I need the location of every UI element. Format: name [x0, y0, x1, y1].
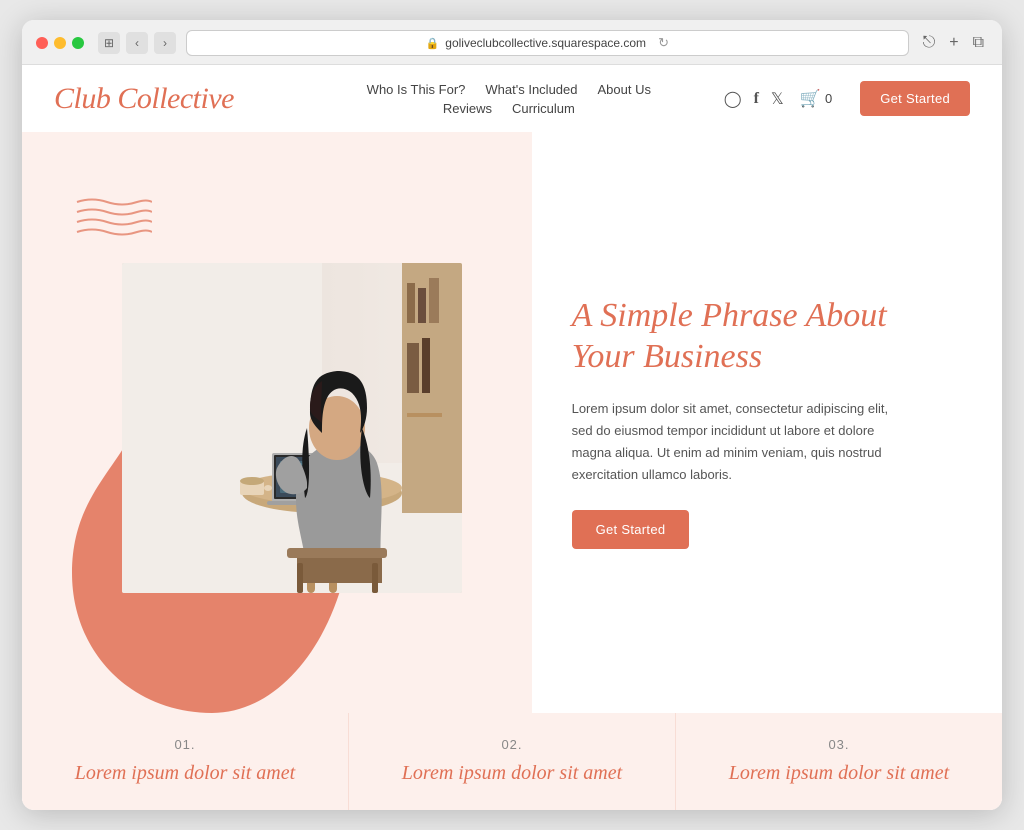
nav-curriculum-link[interactable]: Curriculum — [512, 101, 575, 116]
hero-photo — [122, 263, 462, 593]
photo-image — [122, 263, 462, 593]
nav-cta-button[interactable]: Get Started — [860, 81, 970, 116]
cart-button[interactable]: 🛒 0 — [800, 89, 832, 109]
nav-whats-link[interactable]: What's Included — [485, 82, 577, 97]
nav-row-2: Reviews Curriculum — [443, 101, 575, 116]
features-section: 01. Lorem ipsum dolor sit amet 02. Lorem… — [22, 713, 1002, 810]
share-button[interactable]: ⎋ — [919, 32, 940, 54]
feature-item-3: 03. Lorem ipsum dolor sit amet — [676, 713, 1002, 810]
facebook-icon[interactable]: f — [754, 90, 759, 108]
forward-button[interactable]: › — [154, 32, 176, 54]
lock-icon: 🔒 — [426, 37, 440, 50]
nav-social: ◯ f 𝕏 🛒 0 Get Started — [724, 81, 970, 116]
browser-controls: ⊞ ‹ › — [98, 32, 176, 54]
hero-content: A Simple Phrase About Your Business Lore… — [572, 296, 912, 549]
url-text: goliveclubcollective.squarespace.com — [445, 36, 646, 50]
browser-window: ⊞ ‹ › 🔒 goliveclubcollective.squarespace… — [22, 20, 1002, 810]
browser-chrome: ⊞ ‹ › 🔒 goliveclubcollective.squarespace… — [22, 20, 1002, 65]
new-tab-button[interactable]: + — [945, 32, 962, 54]
site-logo[interactable]: Club Collective — [54, 82, 234, 116]
feature-item-1: 01. Lorem ipsum dolor sit amet — [22, 713, 349, 810]
hero-body-text: Lorem ipsum dolor sit amet, consectetur … — [572, 398, 912, 486]
feature-number-2: 02. — [379, 737, 645, 752]
nav-links: Who Is This For? What's Included About U… — [294, 82, 724, 116]
hero-section: A Simple Phrase About Your Business Lore… — [22, 132, 1002, 713]
navigation: Club Collective Who Is This For? What's … — [22, 65, 1002, 132]
nav-row-1: Who Is This For? What's Included About U… — [367, 82, 651, 97]
address-bar[interactable]: 🔒 goliveclubcollective.squarespace.com ↻ — [186, 30, 909, 56]
cart-count: 0 — [825, 91, 832, 106]
back-button[interactable]: ‹ — [126, 32, 148, 54]
instagram-icon[interactable]: ◯ — [724, 89, 742, 109]
nav-about-link[interactable]: About Us — [598, 82, 651, 97]
feature-title-2: Lorem ipsum dolor sit amet — [379, 760, 645, 786]
nav-reviews-link[interactable]: Reviews — [443, 101, 492, 116]
hero-title: A Simple Phrase About Your Business — [572, 296, 912, 378]
tabs-button[interactable]: ⧉ — [969, 32, 988, 54]
nav-who-link[interactable]: Who Is This For? — [367, 82, 466, 97]
browser-actions: ⎋ + ⧉ — [919, 32, 988, 54]
sidebar-toggle-button[interactable]: ⊞ — [98, 32, 120, 54]
website-content: Club Collective Who Is This For? What's … — [22, 65, 1002, 810]
feature-title-3: Lorem ipsum dolor sit amet — [706, 760, 972, 786]
refresh-icon: ↻ — [658, 35, 669, 51]
feature-title-1: Lorem ipsum dolor sit amet — [52, 760, 318, 786]
maximize-button[interactable] — [72, 37, 84, 49]
hero-image-area — [22, 132, 532, 713]
feature-number-3: 03. — [706, 737, 972, 752]
feature-item-2: 02. Lorem ipsum dolor sit amet — [349, 713, 676, 810]
feature-number-1: 01. — [52, 737, 318, 752]
cart-icon: 🛒 — [800, 89, 821, 109]
close-button[interactable] — [36, 37, 48, 49]
wave-decoration — [72, 192, 152, 242]
twitter-icon[interactable]: 𝕏 — [771, 89, 784, 109]
minimize-button[interactable] — [54, 37, 66, 49]
traffic-lights — [36, 37, 84, 49]
hero-cta-button[interactable]: Get Started — [572, 510, 690, 549]
hero-content-area: A Simple Phrase About Your Business Lore… — [532, 132, 1002, 713]
